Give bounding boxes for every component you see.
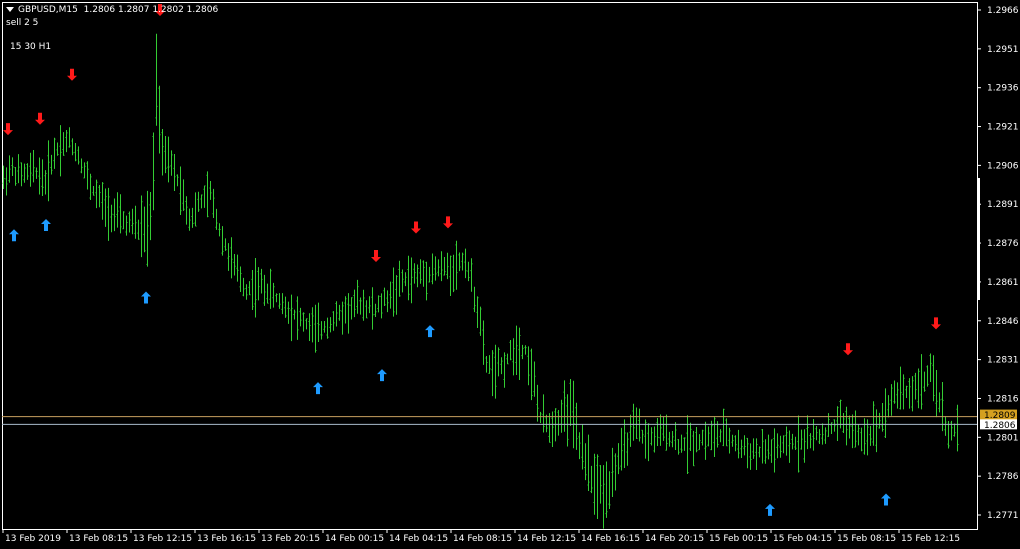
x-tick-label: 14 Feb 04:15 [389, 534, 448, 544]
sell-arrow-icon [411, 221, 421, 234]
sell-arrow-icon [371, 250, 381, 263]
ohlc-values: 1.2806 1.2807 1.2802 1.2806 [83, 5, 219, 15]
current-price-tag: 1.2806 [984, 421, 1016, 431]
sell-arrow-icon [443, 216, 453, 229]
x-tick-label: 13 Feb 08:15 [69, 534, 128, 544]
signal-label: sell 2 5 [6, 18, 39, 28]
x-tick-label: 13 Feb 16:15 [197, 534, 256, 544]
symbol-timeframe: GBPUSD,M15 [18, 5, 78, 15]
buy-arrow-icon [9, 229, 19, 242]
chart-header: GBPUSD,M15 1.2806 1.2807 1.2802 1.2806 [6, 5, 218, 15]
x-tick-label: 15 Feb 04:15 [773, 534, 832, 544]
x-tick-label: 14 Feb 00:15 [325, 534, 384, 544]
collapse-triangle-icon[interactable] [6, 7, 14, 12]
y-tick-label: 1.2906 [987, 161, 1019, 171]
plot-frame [2, 2, 978, 530]
y-tick-label: 1.2816 [987, 394, 1019, 404]
y-tick-label: 1.2921 [987, 123, 1019, 133]
y-tick-label: 1.2861 [987, 278, 1019, 288]
buy-arrow-icon [41, 218, 51, 231]
buy-arrow-icon [313, 382, 323, 395]
y-tick-label: 1.2891 [987, 200, 1019, 210]
x-tick-label: 14 Feb 12:15 [517, 534, 576, 544]
x-tick-label: 15 Feb 00:15 [709, 534, 768, 544]
y-tick-label: 1.2951 [987, 45, 1019, 55]
x-tick-label: 14 Feb 20:15 [645, 534, 704, 544]
sell-arrow-icon [35, 112, 45, 125]
buy-arrow-icon [141, 291, 151, 304]
x-tick-label: 14 Feb 16:15 [581, 534, 640, 544]
sell-arrow-icon [3, 123, 13, 136]
buy-arrow-icon [425, 325, 435, 338]
y-tick-label: 1.2876 [987, 239, 1019, 249]
x-tick-label: 13 Feb 2019 [5, 534, 61, 544]
price-chart[interactable]: 1.2966 1.2951 1.2936 1.2921 1.2906 1.2891 1.28… [0, 0, 1020, 549]
y-tick-label: 1.2786 [987, 472, 1019, 482]
x-tick-label: 15 Feb 12:15 [901, 534, 960, 544]
chart-window[interactable]: 1.2966 1.2951 1.2936 1.2921 1.2906 1.2891 1.28… [0, 0, 1020, 549]
y-tick-label: 1.2801 [987, 433, 1019, 443]
sell-arrow-icon [931, 317, 941, 330]
x-tick-label: 15 Feb 08:15 [837, 534, 896, 544]
sell-arrow-icon [67, 68, 77, 81]
y-tick-label: 1.2846 [987, 317, 1019, 327]
buy-arrow-icon [377, 369, 387, 382]
y-tick-label: 1.2771 [987, 511, 1019, 521]
sell-arrow-icon [843, 343, 853, 356]
buy-arrow-icon [881, 493, 891, 506]
buy-arrow-icon [765, 503, 775, 516]
x-tick-label: 13 Feb 12:15 [133, 534, 192, 544]
y-tick-label: 1.2831 [987, 356, 1019, 366]
x-tick-label: 14 Feb 08:15 [453, 534, 512, 544]
y-tick-label: 1.2966 [987, 6, 1019, 16]
x-tick-label: 13 Feb 20:15 [261, 534, 320, 544]
y-tick-label: 1.2936 [987, 84, 1019, 94]
periods-label: 15 30 H1 [10, 42, 52, 52]
